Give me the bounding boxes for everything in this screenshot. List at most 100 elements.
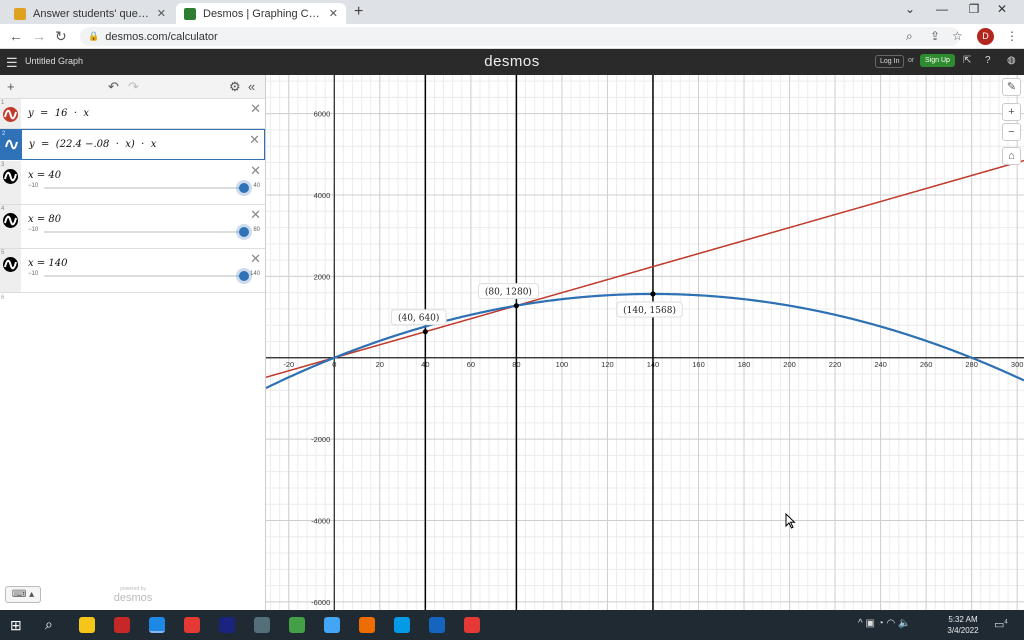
help-icon[interactable]: ? — [985, 55, 991, 66]
point-label[interactable]: (40, 640) — [390, 309, 447, 326]
restore-icon[interactable]: ❐ — [964, 2, 984, 16]
intersection-point[interactable] — [513, 303, 519, 309]
collapse-panel-icon[interactable]: « — [248, 79, 255, 94]
slider-max[interactable]: 40 — [253, 183, 260, 189]
taskbar-app-icon[interactable] — [219, 617, 235, 633]
slider-handle[interactable] — [239, 227, 249, 237]
taskbar-app-icon[interactable] — [289, 617, 305, 633]
slider-min[interactable]: −10 — [28, 183, 38, 189]
share-icon[interactable]: ⇪ — [930, 29, 940, 43]
slider[interactable]: −10 80 — [28, 227, 260, 237]
url-field[interactable]: 🔒 desmos.com/calculator — [80, 27, 960, 46]
slider-max[interactable]: 80 — [253, 227, 260, 233]
wave-icon[interactable] — [3, 169, 18, 184]
powered-by-desmos[interactable]: powered by desmos — [100, 586, 166, 604]
wave-icon[interactable] — [4, 137, 19, 152]
tab-close-icon[interactable]: ✕ — [329, 7, 338, 20]
globe-icon[interactable]: ◍ — [1007, 55, 1016, 66]
share-graph-icon[interactable]: ⇱ — [963, 55, 971, 66]
taskbar-app-icon[interactable] — [149, 617, 165, 633]
point-label[interactable]: (80, 1280) — [477, 283, 539, 300]
expression-row-2[interactable]: 2 y = (22.4 −.08 · x) · x ✕ — [0, 129, 265, 160]
wave-icon[interactable] — [3, 107, 18, 122]
slider-track[interactable] — [44, 183, 249, 193]
graph-paper[interactable]: -200204060801001201401601802002202402602… — [266, 75, 1024, 610]
taskbar-app-icon[interactable] — [324, 617, 340, 633]
slider[interactable]: −10 140 — [28, 271, 260, 281]
zoom-in-icon[interactable]: + — [1002, 103, 1021, 121]
minimize-icon[interactable]: — — [932, 2, 952, 16]
profile-avatar[interactable]: D — [977, 28, 994, 45]
desmos-logo: desmos — [484, 53, 540, 70]
taskbar-app-icon[interactable] — [184, 617, 200, 633]
tab-list-chevron-icon[interactable]: ⌄ — [900, 2, 920, 16]
taskbar-app-icon[interactable] — [114, 617, 130, 633]
point-label[interactable]: (140, 1568) — [616, 301, 683, 318]
tab-desmos[interactable]: Desmos | Graphing Calculator ✕ — [176, 3, 346, 24]
taskbar-app-icon[interactable] — [429, 617, 445, 633]
windows-start-icon[interactable]: ⊞ — [10, 617, 22, 634]
slider-min[interactable]: −10 — [28, 271, 38, 277]
delete-expression-icon[interactable]: ✕ — [250, 163, 261, 179]
graph-canvas[interactable]: -200204060801001201401601802002202402602… — [266, 75, 1024, 610]
slider-handle[interactable] — [239, 183, 249, 193]
delete-expression-icon[interactable]: ✕ — [250, 207, 261, 223]
window-close-icon[interactable]: ✕ — [992, 2, 1012, 16]
signup-button[interactable]: Sign Up — [920, 54, 955, 67]
system-tray-icons[interactable]: ^ ▣ ◔ ◠ 🔈 — [858, 618, 910, 629]
expression-math[interactable]: y = 16 · x — [28, 108, 89, 119]
taskbar-app-icon[interactable] — [79, 617, 95, 633]
redo-icon[interactable]: ↷ — [128, 79, 139, 95]
slider-track[interactable] — [44, 227, 249, 237]
expression-row-3[interactable]: 3 x = 40 ✕ −10 40 — [0, 161, 265, 205]
expression-row-5[interactable]: 5 x = 140 ✕ −10 140 — [0, 249, 265, 293]
x-tick-label: 260 — [920, 360, 933, 369]
zoom-out-icon[interactable]: − — [1002, 123, 1021, 141]
tab-close-icon[interactable]: ✕ — [157, 7, 166, 20]
slider-handle[interactable] — [239, 271, 249, 281]
delete-expression-icon[interactable]: ✕ — [249, 132, 260, 148]
taskbar-app-icon[interactable] — [254, 617, 270, 633]
keyboard-toggle-icon[interactable]: ⌨ ▴ — [5, 586, 41, 603]
intersection-point[interactable] — [650, 291, 656, 297]
notifications-icon[interactable]: ▭4 — [994, 618, 1008, 631]
taskbar-app-icon[interactable] — [394, 617, 410, 633]
home-icon[interactable]: ⌂ — [1002, 147, 1021, 165]
expression-math[interactable]: x = 140 — [28, 258, 67, 269]
forward-icon[interactable]: → — [32, 28, 46, 44]
expression-math[interactable]: x = 40 — [28, 170, 61, 181]
tab-favicon-icon — [184, 7, 196, 20]
reload-icon[interactable]: ↻ — [55, 28, 67, 45]
settings-gear-icon[interactable]: ⚙ — [229, 79, 241, 95]
slider-max[interactable]: 140 — [250, 271, 260, 277]
taskbar-app-icon[interactable] — [464, 617, 480, 633]
login-button[interactable]: Log In — [875, 55, 905, 68]
undo-icon[interactable]: ↶ — [108, 79, 119, 95]
back-icon[interactable]: ← — [9, 28, 23, 44]
tab-answer-students[interactable]: Answer students' questions and ✕ — [6, 3, 174, 24]
slider-track[interactable] — [44, 271, 249, 281]
taskbar-clock[interactable]: 5:32 AM 3/4/2022 — [940, 614, 986, 636]
wave-icon[interactable] — [3, 257, 18, 272]
expression-row-4[interactable]: 4 x = 80 ✕ −10 80 — [0, 205, 265, 249]
tab-title: Desmos | Graphing Calculator — [203, 7, 323, 20]
bookmark-star-icon[interactable]: ☆ — [952, 29, 963, 43]
delete-expression-icon[interactable]: ✕ — [250, 101, 261, 117]
graph-settings-wrench-icon[interactable]: ✎ — [1002, 78, 1021, 96]
slider[interactable]: −10 40 — [28, 183, 260, 193]
delete-expression-icon[interactable]: ✕ — [250, 251, 261, 267]
browser-menu-icon[interactable]: ⋮ — [1006, 29, 1018, 43]
add-item-icon[interactable]: + — [7, 79, 15, 94]
expression-math[interactable]: y = (22.4 −.08 · x) · x — [29, 139, 156, 150]
new-tab-button[interactable]: + — [354, 3, 363, 21]
expression-math[interactable]: x = 80 — [28, 214, 61, 225]
zoom-icon[interactable]: ⌕ — [906, 29, 913, 44]
wave-icon[interactable] — [3, 213, 18, 228]
expression-row-1[interactable]: 1 y = 16 · x ✕ — [0, 99, 265, 129]
search-icon[interactable]: ⌕ — [45, 616, 53, 633]
empty-expression-index[interactable]: 6 — [1, 295, 4, 301]
slider-min[interactable]: −10 — [28, 227, 38, 233]
expression-index: 1 — [1, 100, 5, 106]
taskbar-app-icon[interactable] — [359, 617, 375, 633]
intersection-point[interactable] — [422, 329, 428, 335]
